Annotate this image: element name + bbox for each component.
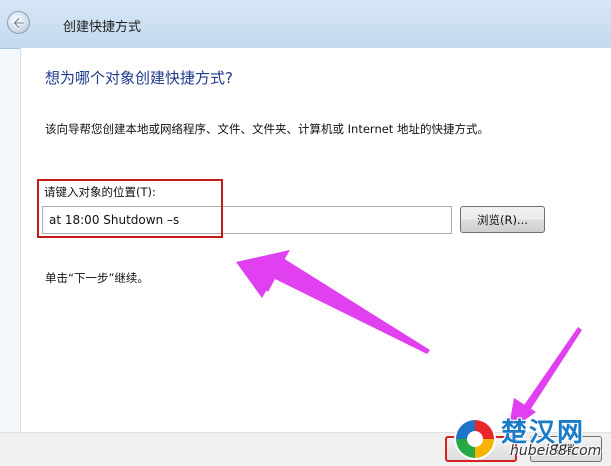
watermark-logo-icon (454, 418, 496, 460)
annotation-arrows (236, 250, 582, 432)
watermark-url: hubei88.com (510, 443, 602, 459)
arrow-to-input-icon (236, 250, 430, 354)
watermark: 楚汉网 hubei88.com (452, 410, 611, 465)
